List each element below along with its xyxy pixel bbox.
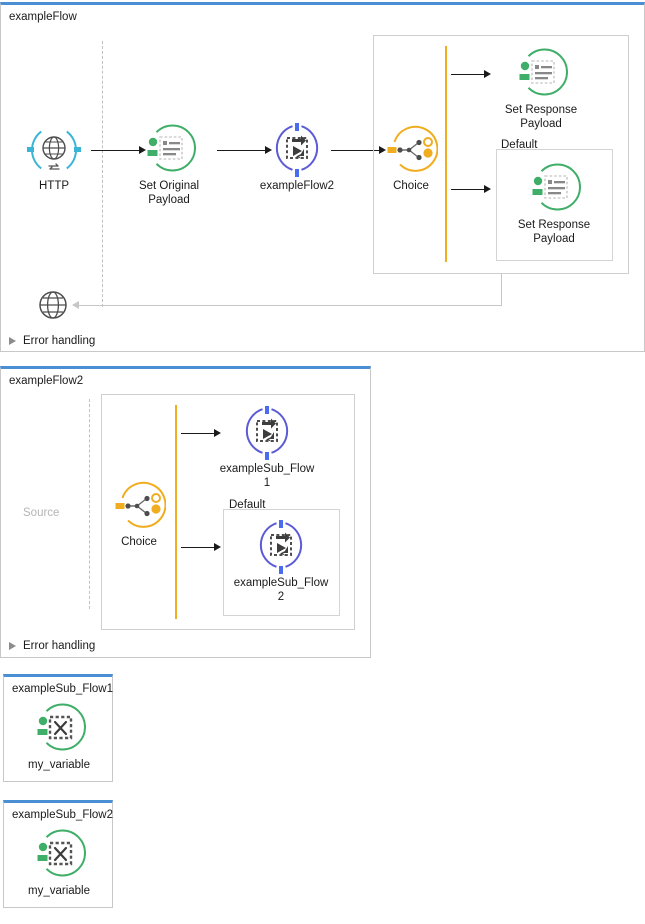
node-set-variable-2[interactable]: my_variable <box>11 828 107 899</box>
flow-reference-icon <box>240 406 294 460</box>
node-http-source[interactable]: HTTP <box>6 123 102 194</box>
flow-panel-example-flow[interactable]: exampleFlow <box>0 2 645 352</box>
error-handling-label: Error handling <box>23 335 95 347</box>
set-payload-icon <box>527 162 581 216</box>
flow-title: exampleFlow2 <box>9 374 83 388</box>
node-flow-ref-sub-flow1[interactable]: exampleSub_Flow 1 <box>219 406 315 490</box>
source-placeholder-label: Source <box>23 507 59 519</box>
flow-title: exampleSub_Flow2 <box>12 808 113 822</box>
flow-panel-example-flow2[interactable]: exampleFlow2 Source <box>0 366 371 658</box>
node-set-original-payload[interactable]: Set Original Payload <box>121 123 217 207</box>
node-label: Choice <box>91 536 187 550</box>
error-handling-section[interactable]: Error handling <box>9 335 95 347</box>
node-label: my_variable <box>11 759 107 773</box>
flow-panel-sub-flow1[interactable]: exampleSub_Flow1 my_variable <box>3 674 113 782</box>
node-flow-ref-sub-flow2[interactable]: exampleSub_Flow 2 <box>233 520 329 604</box>
set-variable-icon <box>32 828 86 882</box>
flow-title: exampleSub_Flow1 <box>12 682 113 696</box>
choice-router-icon <box>384 123 438 177</box>
node-choice-router[interactable]: Choice <box>363 123 459 194</box>
expand-triangle-icon[interactable] <box>9 642 16 650</box>
return-path-horizontal <box>79 305 502 306</box>
connector-arrowhead <box>214 543 221 551</box>
connector-line <box>181 547 216 548</box>
node-label: Set Response Payload <box>506 219 602 246</box>
flow-canvas: exampleFlow <box>0 0 645 924</box>
flow-title: exampleFlow <box>9 10 77 24</box>
http-listener-icon <box>27 123 81 177</box>
set-variable-icon <box>32 702 86 756</box>
set-payload-icon <box>514 47 568 101</box>
error-handling-label: Error handling <box>23 640 95 652</box>
node-label: Set Original Payload <box>121 180 217 207</box>
connector-line <box>181 433 216 434</box>
node-label: exampleSub_Flow 2 <box>233 577 329 604</box>
expand-triangle-icon[interactable] <box>9 337 16 345</box>
connector-arrowhead <box>484 185 491 193</box>
node-set-variable-1[interactable]: my_variable <box>11 702 107 773</box>
connector-line <box>451 189 486 190</box>
node-http-response[interactable] <box>13 283 93 327</box>
node-choice-router[interactable]: Choice <box>91 479 187 550</box>
node-label: my_variable <box>11 885 107 899</box>
http-response-icon <box>31 283 75 327</box>
set-payload-icon <box>142 123 196 177</box>
node-label: exampleFlow2 <box>249 180 345 194</box>
node-label: HTTP <box>6 180 102 194</box>
node-label: exampleSub_Flow 1 <box>219 463 315 490</box>
connector-line <box>451 74 486 75</box>
flow-reference-icon <box>270 123 324 177</box>
source-divider <box>102 41 103 307</box>
flow-reference-icon <box>254 520 308 574</box>
node-label: Choice <box>363 180 459 194</box>
choice-router-icon <box>112 479 166 533</box>
source-divider <box>89 399 90 609</box>
node-set-response-payload-2[interactable]: Set Response Payload <box>506 162 602 246</box>
node-set-response-payload-1[interactable]: Set Response Payload <box>493 47 589 131</box>
node-label: Set Response Payload <box>493 104 589 131</box>
error-handling-section[interactable]: Error handling <box>9 640 95 652</box>
flow-panel-sub-flow2[interactable]: exampleSub_Flow2 my_variable <box>3 800 113 908</box>
node-flow-ref-example-flow2[interactable]: exampleFlow2 <box>249 123 345 194</box>
connector-arrowhead <box>484 70 491 78</box>
return-path-vertical <box>501 274 502 306</box>
